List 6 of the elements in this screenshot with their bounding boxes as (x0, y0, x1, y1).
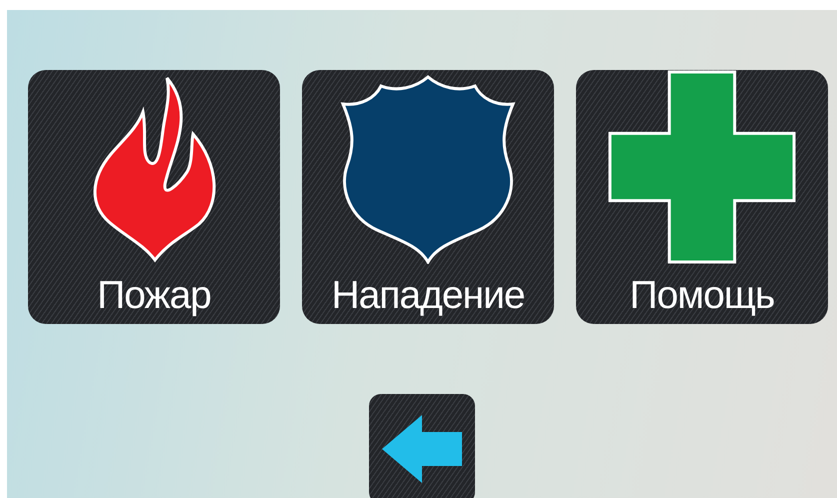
arrow-left-icon (382, 415, 462, 483)
back-button[interactable] (369, 394, 475, 498)
emergency-button[interactable]: Нападение (302, 70, 554, 324)
cross-icon (607, 70, 797, 264)
emergency-button[interactable]: Помощь (576, 70, 828, 324)
emergency-button[interactable]: Пожар (28, 70, 280, 324)
